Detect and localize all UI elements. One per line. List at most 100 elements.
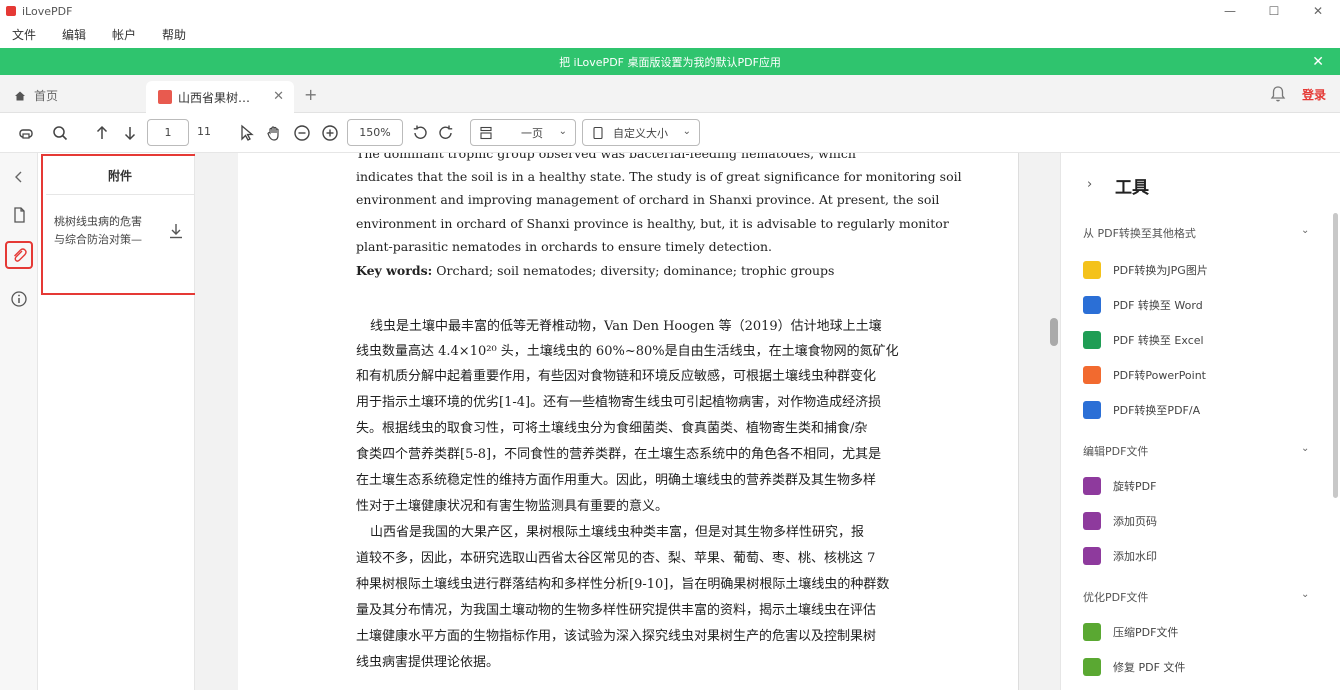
body-line: 食类四个营养类群[5-8]，不同食性的营养类群，在土壤生态系统中的角色各不相同，… [356, 447, 882, 462]
rotate-left-icon[interactable] [408, 121, 432, 145]
close-window-button[interactable]: ✕ [1296, 0, 1340, 22]
tab-bar: 首页 山西省果树… ✕ + 登录 [0, 75, 1340, 113]
tab-document[interactable]: 山西省果树… ✕ [146, 81, 294, 113]
word-icon [1083, 296, 1101, 314]
section-convert-from-pdf[interactable]: 从 PDF转换至其他格式 [1083, 225, 1196, 241]
tab-home[interactable]: 首页 [14, 87, 58, 104]
add-tab-button[interactable]: + [304, 85, 317, 104]
zoom-level-input[interactable]: 150% [347, 119, 403, 146]
left-sidebar-strip [0, 153, 38, 690]
tool-add-page-numbers[interactable]: 添加页码 [1083, 512, 1157, 530]
tool-label: PDF 转换至 Excel [1113, 334, 1204, 347]
body-line: 性对于土壤健康状况和有害生物监测具有重要的意义。 [356, 499, 669, 514]
powerpoint-icon [1083, 366, 1101, 384]
app-title: iLovePDF [22, 4, 73, 18]
tool-label: PDF转换至PDF/A [1113, 404, 1201, 417]
tab-document-label: 山西省果树… [178, 90, 251, 105]
chevron-down-icon[interactable]: ⌄ [1301, 443, 1309, 454]
tools-scrollbar[interactable] [1333, 213, 1338, 498]
body-line: 量及其分布情况，为我国土壤动物的生物多样性研究提供丰富的资料，揭示土壤线虫在评估 [356, 603, 877, 618]
tool-repair-pdf[interactable]: 修复 PDF 文件 [1083, 658, 1185, 676]
chevron-right-icon[interactable]: › [1087, 177, 1092, 192]
search-icon[interactable] [48, 121, 72, 145]
body-line: 在土壤生态系统稳定性的维持方面作用重大。因此，明确土壤线虫的营养类群及其生物多样 [356, 473, 877, 488]
tab-home-label: 首页 [34, 89, 59, 103]
paperclip-icon[interactable] [5, 241, 33, 269]
tool-pdf-to-powerpoint[interactable]: PDF转PowerPoint [1083, 366, 1206, 384]
body-line: 土壤健康水平方面的生物指标作用，该试验为深入探究线虫对果树生产的危害以及控制果树 [356, 629, 877, 644]
body-line: 线虫病害提供理论依据。 [356, 655, 500, 670]
attachment-name-line1: 桃树线虫病的危害 [54, 215, 142, 228]
body-line: 用于指示土壤环境的优劣[1-4]。还有一些植物寄生线虫可引起植物病害，对作物造成… [356, 395, 882, 410]
tool-label: 添加页码 [1113, 515, 1157, 528]
tool-label: PDF 转换至 Word [1113, 299, 1203, 312]
menu-file[interactable]: 文件 [12, 26, 36, 43]
attachments-header: 附件 [46, 157, 194, 195]
chevron-down-icon[interactable]: ⌄ [1301, 589, 1309, 600]
tool-pdf-to-excel[interactable]: PDF 转换至 Excel [1083, 331, 1204, 349]
keywords-label: Key words: [356, 263, 433, 278]
pages-icon[interactable] [7, 203, 31, 227]
body-line: 失。根据线虫的取食习性，可将土壤线虫分为食细菌类、食真菌类、植物寄生类和捕食/杂 [356, 421, 868, 436]
chevron-down-icon: ⌄ [558, 126, 567, 137]
minimize-button[interactable]: — [1208, 0, 1252, 22]
body-line: 山西省是我国的大果产区，果树根际土壤线虫种类丰富，但是对其生物多样性研究，报 [370, 525, 865, 540]
tool-pdf-to-jpg[interactable]: PDF转换为JPG图片 [1083, 261, 1208, 279]
login-button[interactable]: 登录 [1302, 86, 1326, 103]
jpg-icon [1083, 261, 1101, 279]
cursor-icon[interactable] [234, 121, 258, 145]
menu-help[interactable]: 帮助 [162, 26, 186, 43]
banner-close-icon[interactable]: ✕ [1312, 54, 1324, 70]
fit-mode-select[interactable]: 自定义大小 ⌄ [582, 119, 700, 146]
excel-icon [1083, 331, 1101, 349]
panel-gutter [195, 153, 238, 690]
tab-close-icon[interactable]: ✕ [273, 89, 284, 104]
banner-text[interactable]: 把 iLovePDF 桌面版设置为我的默认PDF应用 [559, 54, 781, 70]
download-icon[interactable] [168, 223, 184, 239]
watermark-icon [1083, 547, 1101, 565]
zoom-out-icon[interactable] [290, 121, 314, 145]
default-app-banner[interactable]: 把 iLovePDF 桌面版设置为我的默认PDF应用 ✕ [0, 48, 1340, 75]
tool-pdf-to-word[interactable]: PDF 转换至 Word [1083, 296, 1203, 314]
body-line: 道较不多，因此，本研究选取山西省太谷区常见的杏、梨、苹果、葡萄、枣、桃、核桃这 … [356, 551, 876, 566]
tool-add-watermark[interactable]: 添加水印 [1083, 547, 1157, 565]
hand-icon[interactable] [262, 121, 286, 145]
compress-icon [1083, 623, 1101, 641]
arrow-up-icon[interactable] [90, 121, 114, 145]
body-line: 线虫数量高达 4.4×10²⁰ 头，土壤线虫的 60%~80%是自由生活线虫，在… [356, 344, 899, 359]
abstract-line: plant-parasitic nematodes in orchards to… [356, 239, 772, 254]
menu-edit[interactable]: 编辑 [62, 26, 86, 43]
page-number-input[interactable]: 1 [147, 119, 189, 146]
tool-pdf-to-pdfa[interactable]: PDF转换至PDF/A [1083, 401, 1200, 419]
zoom-in-icon[interactable] [318, 121, 342, 145]
menu-bar: 文件 编辑 帐户 帮助 [0, 22, 1340, 46]
title-bar: iLovePDF — ☐ ✕ [0, 0, 1340, 22]
tools-title: 工具 [1115, 178, 1149, 198]
bell-icon[interactable] [1270, 85, 1286, 103]
section-edit-pdf[interactable]: 编辑PDF文件 [1083, 443, 1148, 459]
tool-label: PDF转PowerPoint [1113, 369, 1207, 382]
attachment-item[interactable]: 桃树线虫病的危害 与综合防治对策— [54, 213, 158, 249]
view-mode-select[interactable]: 一页 ⌄ [470, 119, 576, 146]
arrow-down-icon[interactable] [118, 121, 142, 145]
tool-label: PDF转换为JPG图片 [1113, 264, 1208, 277]
tool-compress-pdf[interactable]: 压缩PDF文件 [1083, 623, 1178, 641]
section-optimize-pdf[interactable]: 优化PDF文件 [1083, 589, 1148, 605]
menu-account[interactable]: 帐户 [112, 26, 136, 43]
chevron-down-icon[interactable]: ⌄ [1301, 225, 1309, 236]
pdf-page[interactable]: The dominant trophic group observed was … [238, 153, 1019, 690]
page-numbers-icon [1083, 512, 1101, 530]
abstract-line: indicates that the soil is in a healthy … [356, 169, 962, 184]
abstract-line: environment in orchard of Shanxi provinc… [356, 216, 949, 231]
collapse-left-icon[interactable] [7, 165, 31, 189]
attachments-panel: 附件 桃树线虫病的危害 与综合防治对策— [38, 153, 224, 690]
rotate-right-icon[interactable] [434, 121, 458, 145]
tool-rotate-pdf[interactable]: 旋转PDF [1083, 477, 1156, 495]
document-scrollbar[interactable] [1050, 318, 1058, 346]
print-icon[interactable] [14, 121, 38, 145]
pdf-file-icon [158, 90, 172, 104]
body-line: 和有机质分解中起着重要作用，有些因对食物链和环境反应敏感，可根据土壤线虫种群变化 [356, 369, 877, 384]
maximize-button[interactable]: ☐ [1252, 0, 1296, 22]
info-icon[interactable] [7, 287, 31, 311]
page-view-icon [480, 126, 492, 139]
